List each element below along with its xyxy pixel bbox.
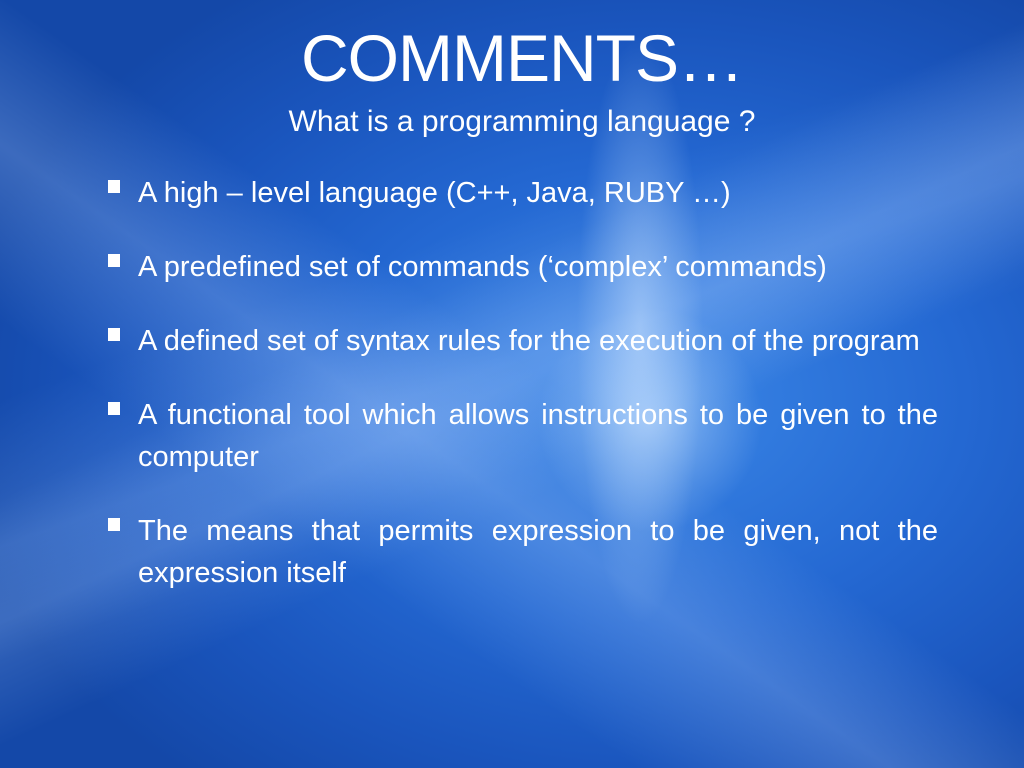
bullet-item: The means that permits expression to be … [106, 510, 938, 594]
slide-title: COMMENTS… [301, 21, 744, 95]
square-bullet-icon [108, 328, 120, 341]
bullet-text: The means that permits expression to be … [138, 515, 938, 589]
bullet-item: A predefined set of commands (‘complex’ … [106, 246, 938, 288]
square-bullet-icon [108, 254, 120, 267]
bullet-item: A functional tool which allows instructi… [106, 394, 938, 478]
bullet-text: A high – level language (C++, Java, RUBY… [138, 177, 731, 209]
square-bullet-icon [108, 402, 120, 415]
bullet-list: A high – level language (C++, Java, RUBY… [106, 172, 938, 594]
bullet-text: A defined set of syntax rules for the ex… [138, 325, 920, 357]
bullet-item: A defined set of syntax rules for the ex… [106, 320, 938, 362]
bullet-text: A predefined set of commands (‘complex’ … [138, 251, 827, 283]
square-bullet-icon [108, 180, 120, 193]
bullet-text: A functional tool which allows instructi… [138, 399, 938, 473]
bullet-item: A high – level language (C++, Java, RUBY… [106, 172, 938, 214]
square-bullet-icon [108, 518, 120, 531]
slide-subtitle: What is a programming language ? [288, 105, 756, 138]
